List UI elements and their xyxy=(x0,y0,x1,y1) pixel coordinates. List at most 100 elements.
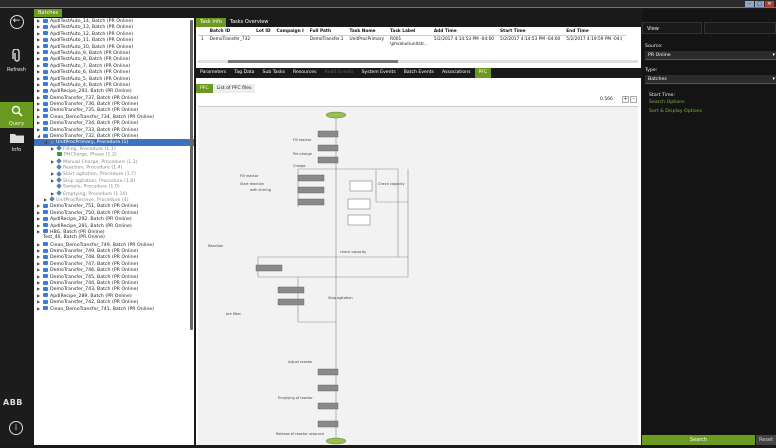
batch-icon xyxy=(43,95,48,100)
zoom-out-button[interactable]: - xyxy=(630,96,637,103)
search-icon xyxy=(11,105,23,117)
tree-item-label: DemoTransfer_750, Batch (PR Online) xyxy=(50,210,139,216)
info-nav-button[interactable]: Info xyxy=(0,133,33,153)
tab-sub-tasks[interactable]: Sub Tasks xyxy=(259,68,290,78)
grid-header[interactable]: Batch ID xyxy=(206,28,254,36)
procedure-icon xyxy=(56,145,62,152)
zoom-in-button[interactable]: + xyxy=(622,96,629,103)
tab-task-info[interactable]: Task Info xyxy=(196,18,226,27)
pfc-label: with stirring xyxy=(250,188,271,192)
phase-icon xyxy=(57,152,62,157)
tree-scrollbar[interactable] xyxy=(190,20,193,330)
tree-item-label: DemoTransfer_743, Batch (PR Online) xyxy=(50,287,139,293)
tab-parameters[interactable]: Parameters xyxy=(196,68,230,78)
tab-resources[interactable]: Resources xyxy=(289,68,320,78)
grid-header[interactable]: Lot ID xyxy=(253,28,274,36)
tree-item-label: DemoTransfer_751, Batch (PR Online) xyxy=(50,204,139,210)
grid-cell: 5/2/2017 4:19:59 PM -04:( xyxy=(566,37,623,42)
start-time-label[interactable]: Start Time: xyxy=(649,93,675,98)
tree-item-label: DemoTransfer_744, Batch (PR Online) xyxy=(50,281,139,287)
grid-header[interactable]: Full Path xyxy=(306,28,347,36)
tab-tasks-overview[interactable]: Tasks Overview xyxy=(225,18,273,27)
grid-header[interactable]: Add Time xyxy=(430,28,498,36)
search-button[interactable]: Search xyxy=(642,435,755,445)
pfc-label: pre filter xyxy=(226,312,242,316)
batch-icon xyxy=(43,44,48,49)
batch-icon xyxy=(43,82,48,87)
detail-tabs: Parameters Tag Data Sub Tasks Resources … xyxy=(196,68,641,78)
procedure-icon xyxy=(56,183,62,189)
grid-header[interactable]: Task Name xyxy=(346,28,388,36)
batch-icon xyxy=(43,114,48,119)
tab-pfc[interactable]: PFC xyxy=(474,68,492,78)
grid-header[interactable]: End Time xyxy=(563,28,626,36)
grid-header[interactable]: Start Time xyxy=(497,28,564,36)
tree-item-label: DemoTransfer_746, Batch (PR Online) xyxy=(50,268,139,274)
grid-cell: 5/2/2017 4:14:53 PM -04:00 xyxy=(500,37,561,42)
batch-tree: ▶ ApdlTestAuto_14, Batch (PR Online) ▶ Apdl… xyxy=(34,18,194,445)
batch-icon xyxy=(43,280,48,285)
tab-tag-data[interactable]: Tag Data xyxy=(230,68,258,78)
tree-item[interactable]: ▶ Clean_DemoTransfer_741, Batch (PR Onlin… xyxy=(34,306,194,312)
pfc-canvas[interactable]: Fill reactor Pre-charge Charge Fill reac… xyxy=(198,106,638,445)
batch-icon xyxy=(43,216,48,221)
batch-icon xyxy=(43,210,48,215)
batch-icon xyxy=(43,37,48,42)
grid-cell: DemoTransfer.1 xyxy=(309,37,344,42)
tree-item-label: ApdlTestAuto_7, Batch (PR Online) xyxy=(50,63,131,69)
pfc-label: Adjust reactor xyxy=(288,360,313,364)
sort-display-options-link[interactable]: Sort & Display Options xyxy=(649,109,702,114)
view-tab-secondary[interactable] xyxy=(704,22,776,34)
source-select[interactable]: PR Online ▾ xyxy=(645,51,776,60)
tab-pfc-view[interactable]: PFC xyxy=(196,84,213,93)
grid-cell xyxy=(253,36,273,49)
refresh-button[interactable]: Refresh xyxy=(0,48,33,73)
batch-icon xyxy=(43,299,48,304)
paperclip-icon xyxy=(11,48,20,62)
back-button[interactable]: ← xyxy=(0,15,33,29)
grid-cell: DemoTransfer_732 xyxy=(209,37,251,42)
tab-associations[interactable]: Associations xyxy=(438,68,475,78)
source-label: Source: xyxy=(645,44,663,49)
type-value: Batches xyxy=(648,77,667,82)
tab-batch-events[interactable]: Batch Events xyxy=(400,68,438,78)
tab-pfc-files[interactable]: List of PFC files xyxy=(212,84,256,93)
close-button[interactable]: ✕ xyxy=(765,1,774,7)
query-label: Query xyxy=(8,121,25,127)
type-select[interactable]: Batches ▾ xyxy=(645,75,776,84)
grid-header[interactable]: Campaign I xyxy=(273,28,307,36)
query-button[interactable]: Query xyxy=(0,102,33,128)
batch-icon xyxy=(43,306,48,311)
maximize-button[interactable]: □ xyxy=(755,1,764,7)
procedure-icon xyxy=(49,196,55,203)
pfc-label: Start reaction xyxy=(240,182,264,186)
info-icon[interactable]: i xyxy=(9,421,23,435)
grid-header[interactable] xyxy=(198,28,207,36)
search-options-link[interactable]: Search Options xyxy=(649,100,685,105)
tree-item-label: DemoTransfer_732, Batch (PR Online) xyxy=(50,134,139,140)
minimize-button[interactable]: – xyxy=(745,1,754,7)
tree-item-label: Manual Charge, Procedure (1.3) xyxy=(63,159,138,165)
tree-item-label: DemoTransfer_737, Batch (PR Online) xyxy=(50,95,139,101)
window-controls: – □ ✕ xyxy=(745,1,774,7)
back-arrow-icon: ← xyxy=(9,15,24,29)
grid-header[interactable]: Task Label xyxy=(387,28,431,36)
batch-icon xyxy=(43,248,48,253)
view-tab[interactable]: View xyxy=(642,22,702,34)
batch-icon xyxy=(43,127,48,132)
batch-icon xyxy=(43,133,48,138)
table-row[interactable]: 1 DemoTransfer_732 DemoTransfer.1 UnitPr… xyxy=(198,36,626,49)
pfc-label: Stop agitation xyxy=(328,296,353,300)
tree-item-label: ApdlTestAuto_6, Batch (PR Online) xyxy=(50,70,131,76)
scroll-thumb[interactable] xyxy=(228,60,398,63)
left-nav-bar: ← Refresh Query Info xyxy=(0,9,33,445)
tree-item-label: Start agitation, Procedure (1.7) xyxy=(63,172,136,178)
tab-audit-events[interactable]: Audit Events xyxy=(321,68,358,78)
tree-tab-bar: Batches xyxy=(34,9,194,18)
pfc-label: check capacity xyxy=(340,250,366,254)
reset-button[interactable]: Reset xyxy=(756,435,776,445)
grid-horizontal-scrollbar[interactable] xyxy=(198,60,638,63)
batches-tab[interactable]: Batches xyxy=(34,9,63,17)
tab-system-events[interactable]: System Events xyxy=(358,68,400,78)
batch-icon xyxy=(43,261,48,266)
